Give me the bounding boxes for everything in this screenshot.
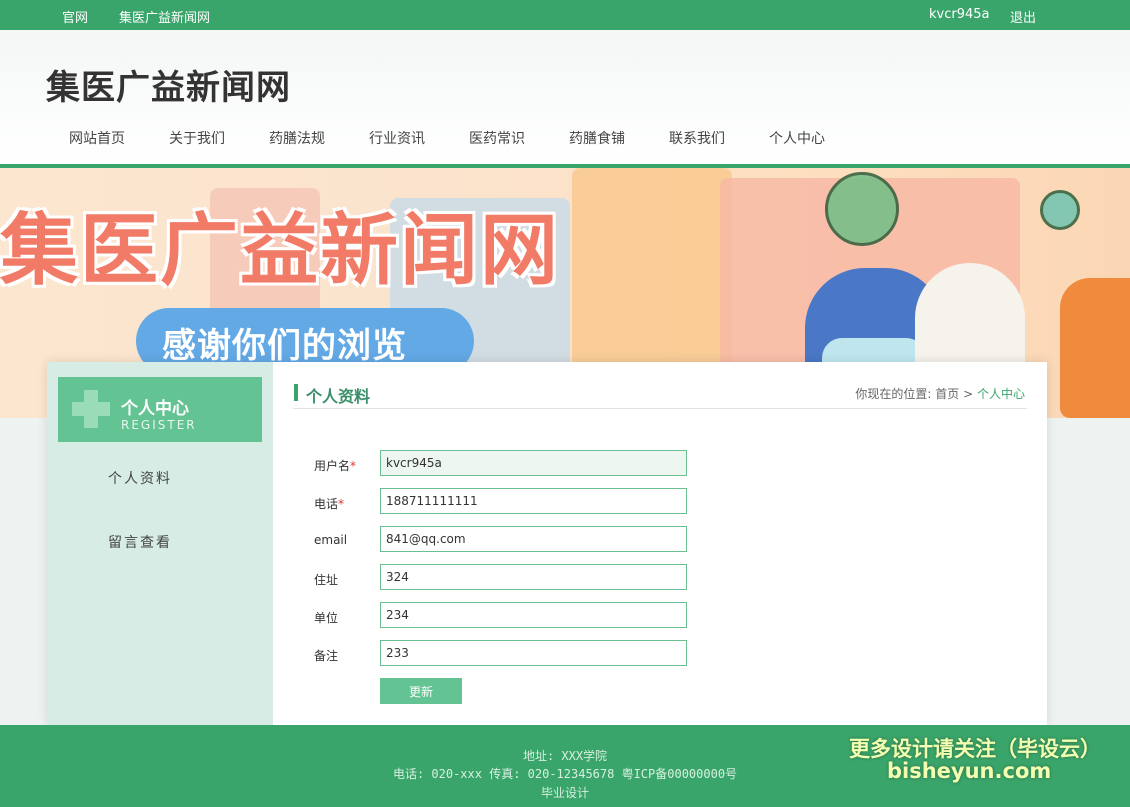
address-label: 住址 [314, 573, 339, 587]
site-title: 集医广益新闻网 [46, 68, 291, 108]
breadcrumb-prefix: 你现在的位置: [855, 387, 932, 401]
breadcrumb: 你现在的位置: 首页 > 个人中心 [855, 385, 1025, 402]
medical-cross-icon [72, 402, 110, 416]
virus-icon [825, 172, 899, 246]
section-title: 个人资料 [306, 387, 371, 406]
worker-character-icon [1060, 278, 1130, 418]
breadcrumb-separator: > [963, 387, 974, 401]
remark-input[interactable] [380, 640, 687, 666]
section-divider [293, 408, 1027, 409]
email-label: email [314, 533, 348, 547]
virus-icon [1040, 190, 1080, 230]
logout-link[interactable]: 退出 [1010, 7, 1036, 26]
nav-item-regulations[interactable]: 药膳法规 [269, 128, 325, 148]
nav-item-personal-center[interactable]: 个人中心 [769, 128, 825, 148]
nav-item-home[interactable]: 网站首页 [69, 128, 125, 148]
footer-note: 毕业设计 [540, 786, 589, 800]
official-link[interactable]: 官网 [62, 7, 88, 26]
breadcrumb-home[interactable]: 首页 [935, 387, 959, 401]
nav-item-about[interactable]: 关于我们 [169, 128, 225, 148]
sidebar: 个人中心 REGISTER 个人资料 留言查看 [47, 362, 273, 725]
section-title-marker [294, 384, 298, 401]
site-link[interactable]: 集医广益新闻网 [119, 7, 210, 26]
content-card: 个人中心 REGISTER 个人资料 留言查看 个人资料 你现在的位置: 首页 … [47, 362, 1047, 725]
sidebar-item-messages[interactable]: 留言查看 [108, 532, 172, 552]
nav-item-shop[interactable]: 药膳食铺 [569, 128, 625, 148]
username-input[interactable] [380, 450, 687, 476]
update-button[interactable]: 更新 [380, 678, 462, 704]
remark-label: 备注 [314, 649, 339, 663]
sidebar-title: 个人中心 [121, 399, 189, 419]
top-bar: 官网 集医广益新闻网 kvcr945a 退出 [0, 0, 1130, 30]
sidebar-header: 个人中心 REGISTER [58, 377, 262, 442]
address-input[interactable] [380, 564, 687, 590]
nav-item-contact[interactable]: 联系我们 [669, 128, 725, 148]
site-footer: 地址: XXX学院 电话: 020-xxx 传真: 020-12345678 粤… [0, 725, 1130, 807]
nav-item-industry-news[interactable]: 行业资讯 [369, 128, 425, 148]
phone-label: 电话* [314, 497, 345, 511]
breadcrumb-current[interactable]: 个人中心 [977, 387, 1025, 401]
watermark-url: bisheyun.com [887, 759, 1052, 783]
email-input[interactable] [380, 526, 687, 552]
site-header: 集医广益新闻网 网站首页 关于我们 药膳法规 行业资讯 医药常识 药膳食铺 联系… [0, 30, 1130, 165]
banner-subtitle: 感谢你们的浏览 [162, 326, 407, 366]
phone-input[interactable] [380, 488, 687, 514]
username-label: 用户名* [314, 459, 357, 473]
main-nav: 网站首页 关于我们 药膳法规 行业资讯 医药常识 药膳食铺 联系我们 个人中心 [0, 128, 1130, 150]
main-panel: 个人资料 你现在的位置: 首页 > 个人中心 用户名* 电话* email 住址… [273, 362, 1047, 725]
company-input[interactable] [380, 602, 687, 628]
sidebar-item-profile[interactable]: 个人资料 [108, 468, 172, 488]
company-label: 单位 [314, 611, 339, 625]
username-link[interactable]: kvcr945a [929, 7, 990, 22]
sidebar-subtitle: REGISTER [121, 418, 197, 432]
banner-title: 集医广益新闻网 [0, 206, 561, 296]
nav-item-medical-knowledge[interactable]: 医药常识 [469, 128, 525, 148]
